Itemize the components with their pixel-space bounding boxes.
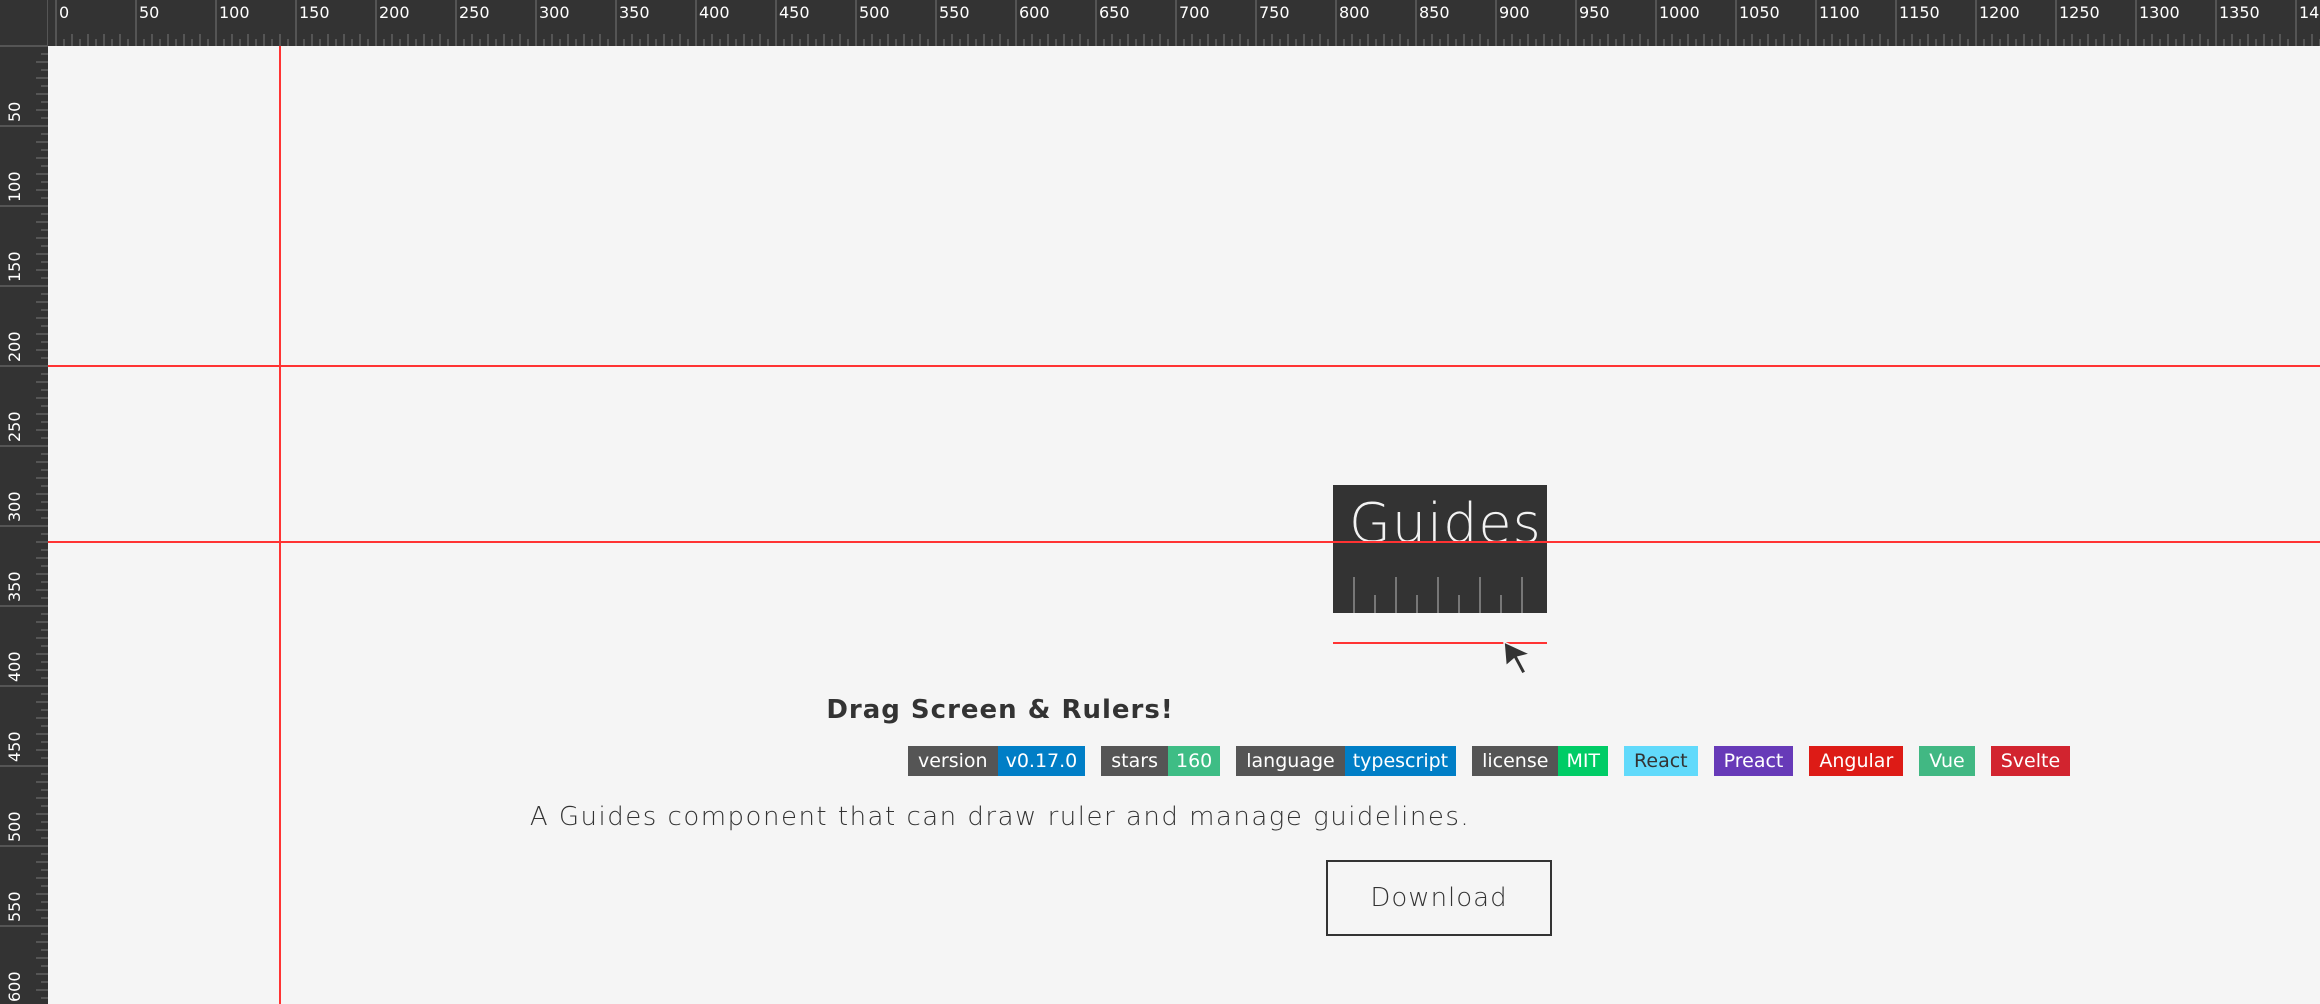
framework-badge-angular[interactable]: Angular [1809,746,1904,776]
ruler-label: 1100 [1819,3,1860,22]
ruler-label: 600 [1019,3,1050,22]
ruler-label: 700 [1179,3,1210,22]
ruler-label: 100 [5,171,24,202]
vertical-ruler[interactable]: 50 100 150 200 250 300 350 400 450 500 550 600 [0,46,48,1004]
horizontal-ruler[interactable]: 0 50 100 150 200 250 300 350 400 450 500 550 600 650 7… [48,0,2320,46]
ruler-label: 400 [5,651,24,682]
mouse-pointer-icon [1503,640,1532,675]
badge-value: typescript [1344,746,1457,776]
ruler-label: 450 [5,731,24,762]
badge-stars[interactable]: stars 160 [1101,746,1221,776]
ruler-label: 100 [219,3,250,22]
ruler-label: 950 [1579,3,1610,22]
ruler-label: 550 [939,3,970,22]
badge-row: version v0.17.0 stars 160 language typescript… [908,746,2086,776]
ruler-label: 1050 [1739,3,1780,22]
ruler-label: 350 [5,571,24,602]
ruler-label: 250 [5,411,24,442]
badge-value: v0.17.0 [997,746,1086,776]
ruler-label: 500 [5,811,24,842]
ruler-label: 1000 [1659,3,1700,22]
ruler-label: 850 [1419,3,1450,22]
badge-value: 160 [1167,746,1221,776]
ruler-label: 650 [1099,3,1130,22]
ruler-label: 1350 [2219,3,2260,22]
framework-badge-svelte[interactable]: Svelte [1990,746,2071,776]
ruler-label: 1150 [1899,3,1940,22]
download-button[interactable]: Download [1326,860,1552,936]
ruler-label: 1300 [2139,3,2180,22]
ruler-label: 300 [539,3,570,22]
ruler-corner [0,0,48,46]
badge-label: version [908,746,998,776]
ruler-label: 140 [2299,3,2320,22]
ruler-label: 250 [459,3,490,22]
ruler-label: 350 [619,3,650,22]
ruler-label: 500 [859,3,890,22]
badge-label: language [1236,746,1345,776]
ruler-label: 800 [1339,3,1370,22]
badge-label: stars [1101,746,1168,776]
framework-badge-preact[interactable]: Preact [1713,746,1794,776]
ruler-label: 900 [1499,3,1530,22]
ruler-label: 300 [5,491,24,522]
badge-label: license [1472,746,1559,776]
horizontal-guideline[interactable] [0,365,2320,367]
tagline: Drag Screen & Rulers! [826,695,1174,725]
ruler-label: 0 [59,3,69,22]
guides-logo: Guides [1333,485,1547,613]
ruler-label: 450 [779,3,810,22]
badge-value: MIT [1558,746,1609,776]
ruler-label: 400 [699,3,730,22]
ruler-label: 50 [5,102,24,122]
ruler-label: 750 [1259,3,1290,22]
ruler-label: 600 [5,971,24,1002]
ruler-label: 50 [139,3,159,22]
hero-section: Guides Drag Screen & Rulers! version v0.1… [0,0,2320,1004]
badge-language[interactable]: language typescript [1236,746,1457,776]
logo-ruler-ticks-icon [1353,577,1523,613]
ruler-label: 1200 [1979,3,2020,22]
ruler-label: 1250 [2059,3,2100,22]
ruler-label: 550 [5,891,24,922]
ruler-label: 150 [299,3,330,22]
ruler-label: 200 [5,331,24,362]
badge-version[interactable]: version v0.17.0 [908,746,1086,776]
horizontal-guideline[interactable] [0,541,2320,543]
framework-badge-vue[interactable]: Vue [1919,746,1975,776]
vertical-guideline[interactable] [279,0,281,1004]
description: A Guides component that can draw ruler a… [529,802,1471,832]
framework-badge-react[interactable]: React [1624,746,1698,776]
ruler-label: 200 [379,3,410,22]
ruler-label: 150 [5,251,24,282]
badge-license[interactable]: license MIT [1472,746,1609,776]
